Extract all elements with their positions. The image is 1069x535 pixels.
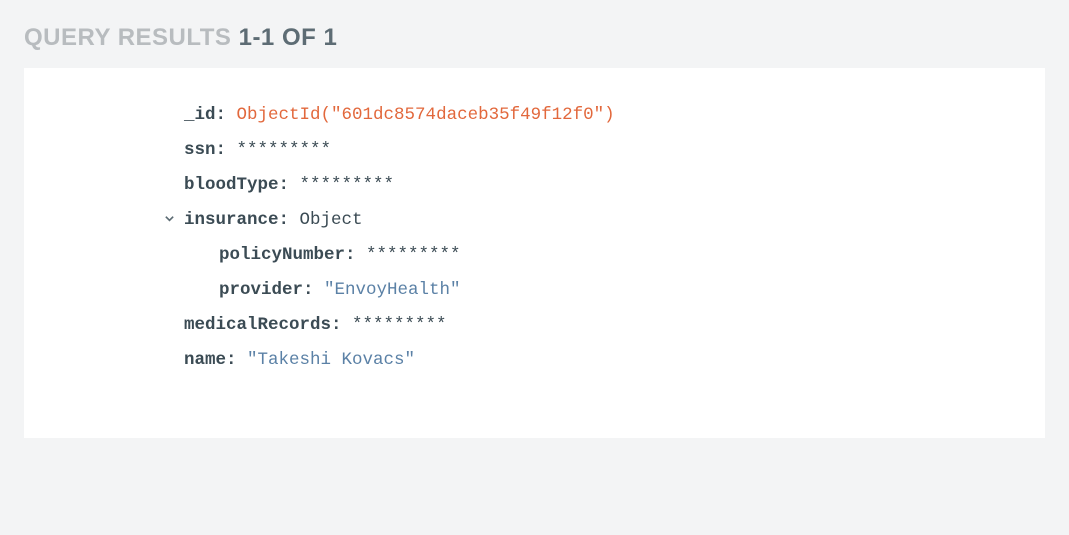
field-key: ssn (184, 133, 216, 168)
result-card: _id: ObjectId("601dc8574daceb35f49f12f0"… (24, 68, 1045, 438)
colon: : (331, 308, 352, 343)
document: _id: ObjectId("601dc8574daceb35f49f12f0"… (64, 98, 1005, 378)
field-row-bloodtype[interactable]: bloodType: ********* (64, 168, 1005, 203)
field-row-id[interactable]: _id: ObjectId("601dc8574daceb35f49f12f0"… (64, 98, 1005, 133)
field-key: medicalRecords (184, 308, 331, 343)
colon: : (345, 238, 366, 273)
field-value-objectid: ObjectId("601dc8574daceb35f49f12f0") (237, 98, 615, 133)
colon: : (226, 343, 247, 378)
field-key: insurance (184, 203, 279, 238)
field-row-policynumber[interactable]: policyNumber: ********* (64, 238, 1005, 273)
field-value-type: Object (300, 203, 363, 238)
field-row-provider[interactable]: provider: "EnvoyHealth" (64, 273, 1005, 308)
field-value-masked: ********* (352, 308, 447, 343)
colon: : (279, 203, 300, 238)
colon: : (279, 168, 300, 203)
colon: : (216, 98, 237, 133)
field-key: provider (219, 273, 303, 308)
field-value-masked: ********* (300, 168, 395, 203)
header-count: 1-1 OF 1 (239, 24, 338, 51)
field-value-string: "Takeshi Kovacs" (247, 343, 415, 378)
field-key: name (184, 343, 226, 378)
colon: : (216, 133, 237, 168)
field-row-ssn[interactable]: ssn: ********* (64, 133, 1005, 168)
field-key: policyNumber (219, 238, 345, 273)
header-prefix: QUERY RESULTS (24, 24, 239, 51)
field-key: bloodType (184, 168, 279, 203)
chevron-down-icon[interactable] (164, 213, 184, 224)
field-row-medicalrecords[interactable]: medicalRecords: ********* (64, 308, 1005, 343)
results-header: QUERY RESULTS 1-1 OF 1 (0, 0, 1069, 68)
field-value-string: "EnvoyHealth" (324, 273, 461, 308)
field-value-masked: ********* (366, 238, 461, 273)
colon: : (303, 273, 324, 308)
field-row-insurance[interactable]: insurance: Object (64, 203, 1005, 238)
field-value-masked: ********* (237, 133, 332, 168)
field-row-name[interactable]: name: "Takeshi Kovacs" (64, 343, 1005, 378)
field-key: _id (184, 98, 216, 133)
